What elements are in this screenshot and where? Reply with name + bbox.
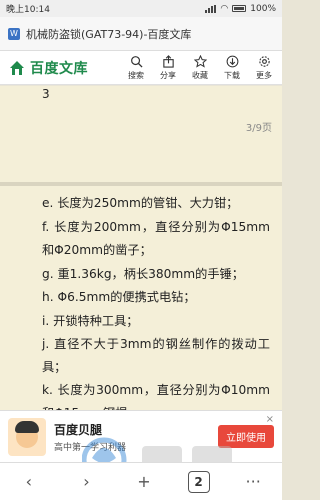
ad-title: 百度贝腿 (54, 422, 103, 437)
page-counter: 3/9页 (245, 123, 272, 134)
ad-subtitle: 高中第一学习利器 (54, 442, 127, 453)
home-logo-icon (8, 59, 26, 77)
ad-texts: 百度贝腿 高中第一学习利器 (54, 421, 210, 453)
page-title: 机械防盗锁(GAT73-94)-百度文库 (26, 27, 192, 41)
ad-banner[interactable]: 百度贝腿 高中第一学习利器 立即使用 × (0, 410, 282, 462)
more-button[interactable]: 更多 (248, 55, 280, 81)
battery-icon (232, 5, 247, 12)
list-item: j. 直径不大于3mm的钢丝制作的拨动工具； (42, 337, 270, 374)
list-item: g. 重1.36kg，柄长380mm的手锤； (42, 267, 244, 281)
browser-nav-bar: ‹ › + 2 ··· (0, 462, 282, 500)
more-label: 更多 (256, 70, 272, 80)
list-item: f. 长度为200mm，直径分别为Φ15mm和Φ20mm的凿子； (42, 220, 270, 257)
search-icon (129, 55, 143, 69)
previous-page-number: 3 (42, 87, 50, 101)
ad-close-icon[interactable]: × (266, 414, 274, 425)
star-icon (193, 55, 207, 69)
brand[interactable]: 百度文库 (0, 58, 120, 78)
list-item: e. 长度为250mm的管钳、大力钳； (42, 196, 239, 210)
status-time: 晚上10:14 (6, 5, 50, 15)
download-icon (225, 55, 239, 69)
download-label: 下载 (224, 70, 240, 80)
back-button[interactable]: ‹ (15, 468, 43, 496)
list-item: h. Φ6.5mm的便携式电钻； (42, 290, 196, 304)
current-page: e. 长度为250mm的管钳、大力钳； f. 长度为200mm，直径分别为Φ15… (0, 186, 282, 442)
gear-icon (257, 55, 271, 69)
battery-level: 100% (250, 3, 276, 14)
status-icons: ◠ 100% (205, 4, 276, 14)
document-viewer[interactable]: 3 3/9页 e. 长度为250mm的管钳、大力钳； f. 长度为200mm，直… (0, 86, 282, 442)
share-icon (161, 55, 175, 69)
ad-cta-button[interactable]: 立即使用 (218, 425, 274, 448)
share-button[interactable]: 分享 (152, 55, 184, 81)
search-button[interactable]: 搜索 (120, 55, 152, 81)
doc-favicon-icon: W (8, 27, 20, 40)
brand-name: 百度文库 (30, 60, 88, 77)
favorite-label: 收藏 (192, 70, 208, 80)
favorite-button[interactable]: 收藏 (184, 55, 216, 81)
ad-avatar (8, 417, 46, 456)
wifi-icon: ◠ (220, 3, 229, 14)
share-label: 分享 (160, 70, 176, 80)
search-label: 搜索 (128, 70, 144, 80)
download-button[interactable]: 下载 (216, 55, 248, 81)
status-bar: 晚上10:14 ◠ 100% (0, 0, 282, 17)
signal-icon (205, 4, 217, 13)
previous-page: 3 3/9页 (0, 86, 282, 182)
tabs-button[interactable]: 2 (187, 470, 210, 493)
forward-button[interactable]: › (72, 468, 100, 496)
list-item: i. 开锁特种工具； (42, 314, 139, 328)
menu-button[interactable]: ··· (239, 468, 267, 496)
browser-title-bar[interactable]: W 机械防盗锁(GAT73-94)-百度文库 (0, 17, 282, 51)
wenku-toolbar: 百度文库 搜索 分享 收藏 下载 更多 (0, 51, 282, 85)
new-tab-button[interactable]: + (130, 468, 158, 496)
toolbar-actions: 搜索 分享 收藏 下载 更多 (120, 55, 282, 81)
